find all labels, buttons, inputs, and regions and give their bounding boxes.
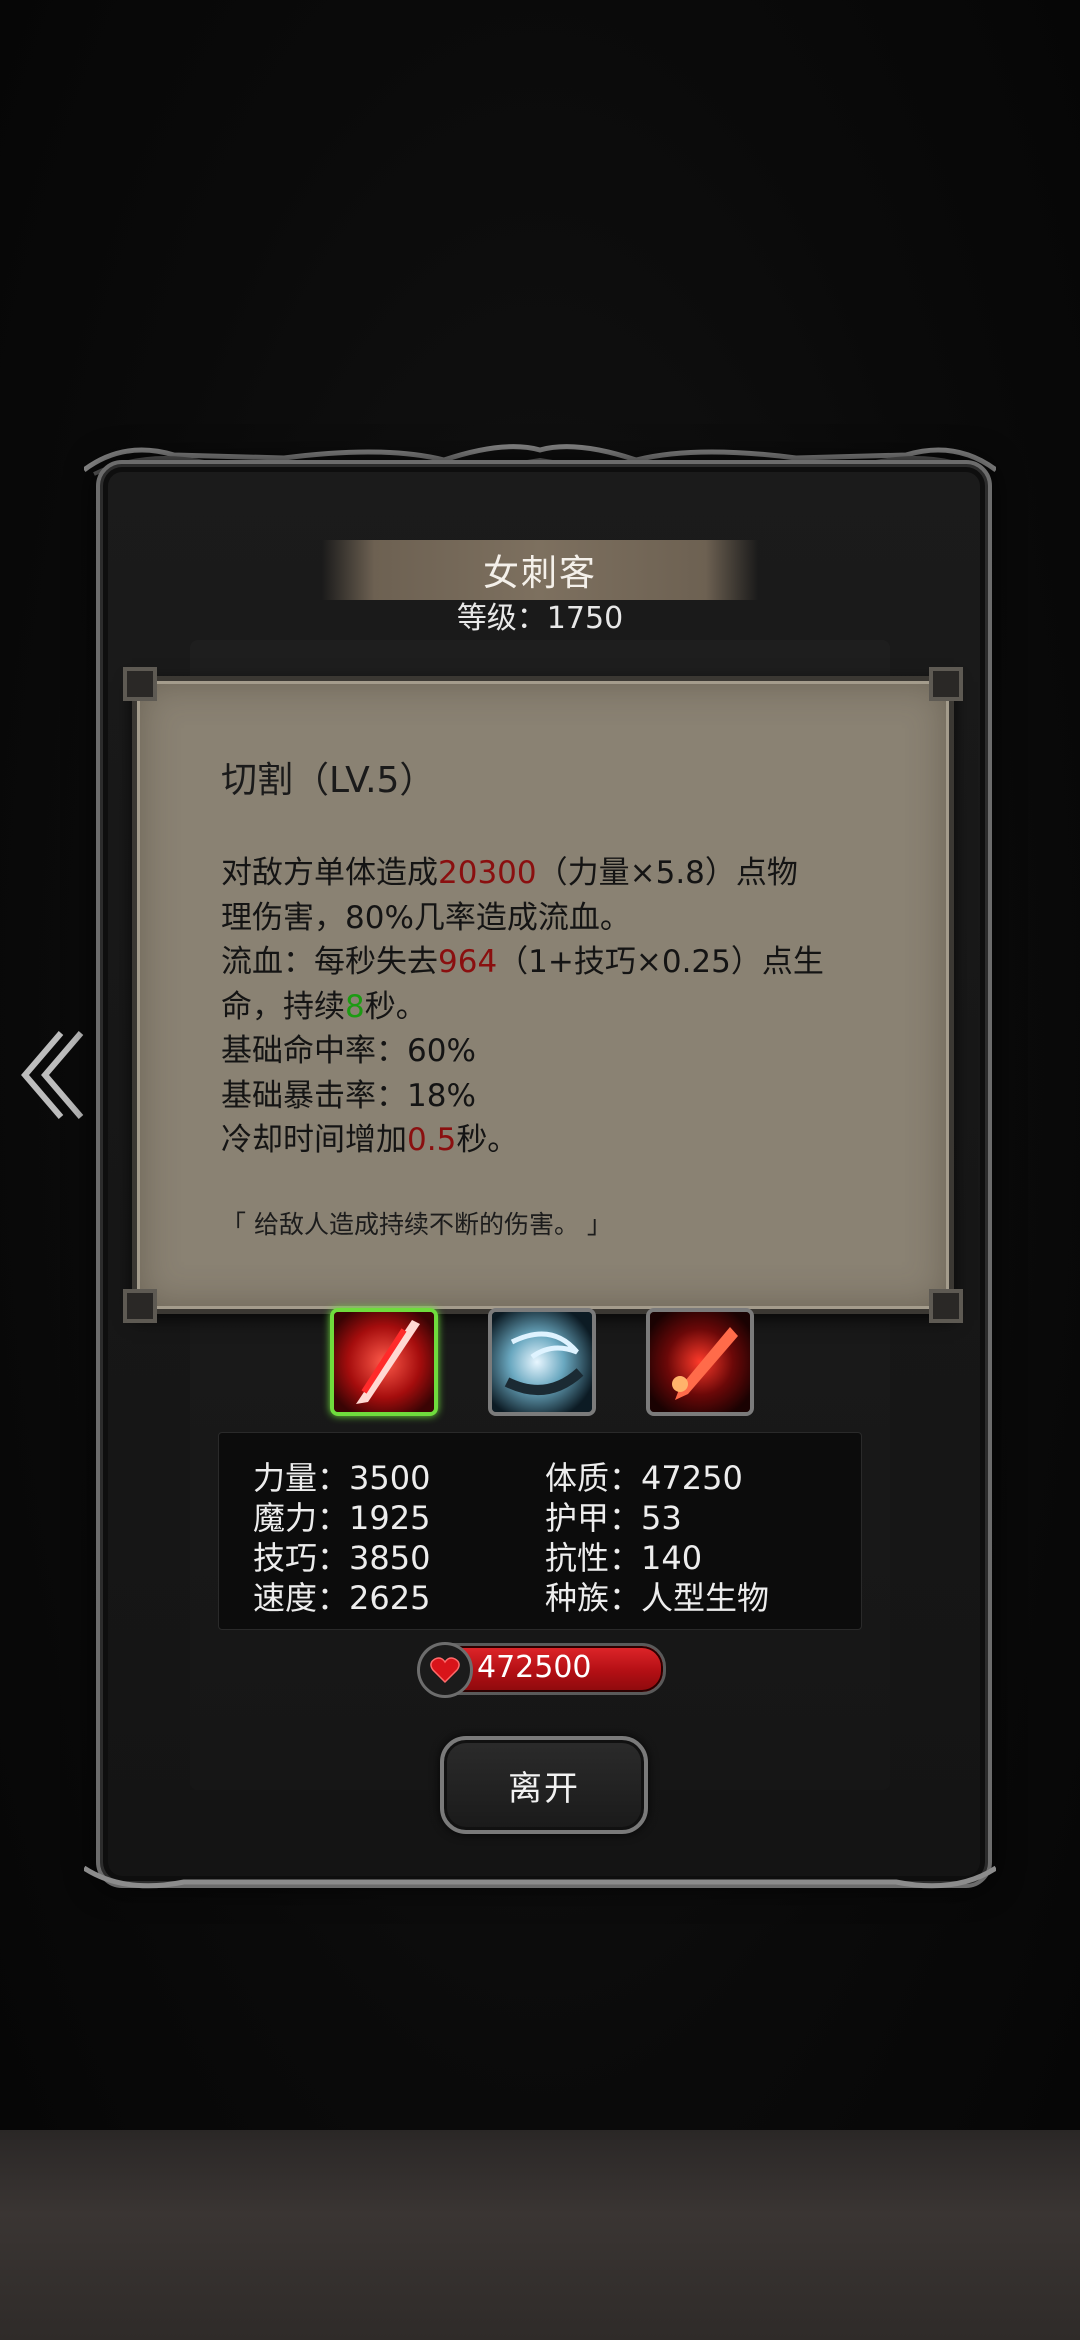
name-banner: 女刺客	[322, 540, 758, 600]
hp-bar: 472500	[417, 1642, 666, 1698]
frame-bottom-ornament	[84, 1865, 996, 1889]
skill-flavor-text: 「 给敌人造成持续不断的伤害。 」	[221, 1210, 612, 1239]
wind-slash-skill-icon[interactable]	[488, 1308, 596, 1416]
tooltip-corner	[929, 1289, 963, 1323]
damage-value: 20300	[438, 855, 537, 891]
character-name: 女刺客	[482, 553, 597, 594]
hp-value: 472500	[477, 1650, 592, 1685]
stat-race: 种族：人型生物	[545, 1579, 770, 1617]
stat-speed: 速度：2625	[253, 1579, 431, 1617]
tooltip-corner	[929, 667, 963, 701]
bleed-value: 964	[438, 944, 498, 980]
tooltip-corner	[123, 1289, 157, 1323]
leave-button-label: 离开	[508, 1768, 580, 1809]
heart-icon	[417, 1642, 473, 1698]
level-label: 等级：1750	[456, 601, 624, 636]
blood-blade-skill-icon[interactable]	[646, 1308, 754, 1416]
skill-description: 对敌方单体造成20300（力量×5.8）点物 理伤害，80%几率造成流血。 流血…	[221, 855, 824, 1158]
back-chevron-icon[interactable]	[12, 1020, 92, 1130]
floor-background	[0, 2130, 1080, 2340]
cooldown-value: 0.5	[407, 1122, 457, 1158]
tooltip-corner	[123, 667, 157, 701]
duration-value: 8	[345, 988, 365, 1025]
slash-skill-icon[interactable]	[330, 1308, 438, 1416]
stats-panel: 力量：3500 魔力：1925 技巧：3850 速度：2625 体质：47250…	[218, 1432, 862, 1630]
skill-tooltip: 切割（LV.5） 对敌方单体造成20300（力量×5.8）点物 理伤害，80%几…	[123, 667, 963, 1323]
skill-title: 切割（LV.5）	[221, 760, 436, 801]
leave-button[interactable]: 离开	[440, 1736, 648, 1834]
